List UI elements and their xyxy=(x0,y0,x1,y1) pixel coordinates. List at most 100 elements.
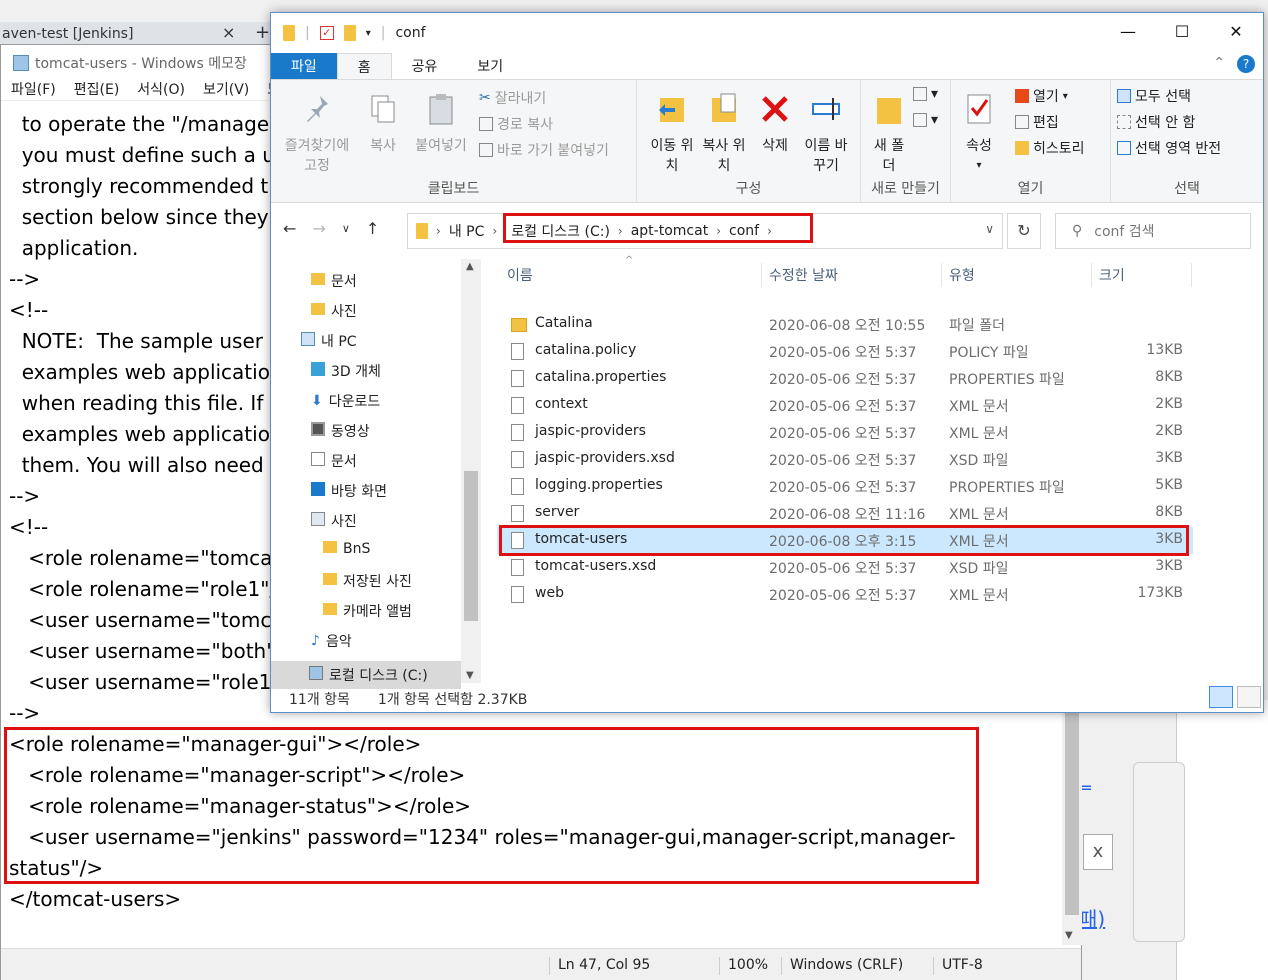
notepad-scroll-thumb[interactable] xyxy=(1065,705,1079,915)
file-row[interactable]: server 2020-06-08 오전 11:16 XML 문서 8KB xyxy=(497,500,1193,527)
select-all-button[interactable]: 모두 선택 xyxy=(1117,86,1191,106)
file-size: 3KB xyxy=(1155,558,1183,574)
details-view-icon[interactable] xyxy=(1209,686,1233,708)
up-arrow-icon[interactable]: ↑ xyxy=(366,219,379,238)
properties-check-icon[interactable]: ✓ xyxy=(319,26,334,40)
office-icon xyxy=(1015,89,1029,103)
pin-button[interactable]: 즐겨찾기에 고정 xyxy=(281,92,353,176)
file-row[interactable]: jaspic-providers 2020-05-06 오전 5:37 XML 문서… xyxy=(497,419,1193,446)
history-button[interactable]: 히스토리 xyxy=(1015,138,1085,158)
column-name[interactable]: 이름 xyxy=(507,265,533,285)
nav-item[interactable]: 바탕 화면 xyxy=(311,481,387,501)
file-list: 이름 ^ 수정한 날짜 유형 크기 Catalina 2020-06-08 오전 … xyxy=(483,251,1263,683)
file-row[interactable]: tomcat-users.xsd 2020-05-06 오전 5:37 XSD 파일… xyxy=(497,554,1193,581)
file-date: 2020-06-08 오전 10:55 xyxy=(769,318,926,334)
nav-item[interactable]: ♪ 음악 xyxy=(311,631,352,651)
cut-button[interactable]: ✂ 잘라내기 xyxy=(479,88,546,108)
copy-to-button[interactable]: 복사 위치 xyxy=(699,92,749,176)
qat-dropdown-icon[interactable]: ▾ xyxy=(366,28,371,39)
nav-item[interactable]: 카메라 앨범 xyxy=(323,601,412,621)
tab-share[interactable]: 공유 xyxy=(392,53,458,79)
menu-edit[interactable]: 편집(E) xyxy=(74,79,120,100)
nav-item[interactable]: 저장된 사진 xyxy=(323,571,412,591)
nav-item[interactable]: 문서 xyxy=(311,271,357,291)
nav-item[interactable]: 사진 xyxy=(311,511,357,531)
menu-file[interactable]: 파일(F) xyxy=(11,79,56,100)
tab-file[interactable]: 파일 xyxy=(271,53,337,79)
nav-item[interactable]: ⬇ 다운로드 xyxy=(311,391,380,411)
ribbon-group-open: 속성 ▾ 열기 ▾ 편집 히스토리 열기 xyxy=(951,80,1111,202)
file-row[interactable]: logging.properties 2020-05-06 오전 5:37 PROP… xyxy=(497,473,1193,500)
select-all-icon xyxy=(1117,89,1131,103)
nav-item[interactable]: 문서 xyxy=(311,451,357,471)
maximize-button[interactable]: ☐ xyxy=(1155,13,1209,51)
file-row[interactable]: jaspic-providers.xsd 2020-05-06 오전 5:37 XS… xyxy=(497,446,1193,473)
file-row[interactable]: Catalina 2020-06-08 오전 10:55 파일 폴더 xyxy=(497,311,1193,338)
nav-scroll-thumb[interactable] xyxy=(464,471,478,621)
crumb-root[interactable]: 내 PC xyxy=(449,221,485,241)
search-box[interactable]: ⚲ conf 검색 xyxy=(1055,213,1251,249)
nav-item[interactable]: 3D 개체 xyxy=(311,361,381,381)
scroll-down-icon[interactable]: ▼ xyxy=(1065,930,1073,941)
tab-home[interactable]: 홈 xyxy=(336,53,392,79)
refresh-button[interactable]: ↻ xyxy=(1007,213,1041,249)
delete-button[interactable]: 삭제 xyxy=(755,92,795,156)
open-button[interactable]: 열기 ▾ xyxy=(1015,86,1068,106)
file-date: 2020-05-06 오전 5:37 xyxy=(769,453,917,469)
scroll-down-icon[interactable]: ▼ xyxy=(466,670,474,681)
column-size[interactable]: 크기 xyxy=(1099,265,1125,285)
paste-shortcut-button[interactable]: 바로 가기 붙여넣기 xyxy=(479,140,609,160)
large-icons-view-icon[interactable] xyxy=(1237,686,1261,708)
tab-view[interactable]: 보기 xyxy=(457,53,523,79)
column-type[interactable]: 유형 xyxy=(949,265,975,285)
nav-item[interactable]: 동영상 xyxy=(311,421,370,441)
address-dropdown-icon[interactable]: ∨ xyxy=(985,222,994,236)
file-row[interactable]: web 2020-05-06 오전 5:37 XML 문서 173KB xyxy=(497,581,1193,608)
ribbon-collapse-icon[interactable]: ⌃ xyxy=(1213,55,1225,73)
file-row[interactable]: context 2020-05-06 오전 5:37 XML 문서 2KB xyxy=(497,392,1193,419)
menu-format[interactable]: 서식(O) xyxy=(137,79,185,100)
background-close-button[interactable]: x xyxy=(1083,834,1113,870)
address-folder-icon xyxy=(416,223,428,239)
move-to-button[interactable]: 이동 위치 xyxy=(647,92,697,176)
column-date[interactable]: 수정한 날짜 xyxy=(769,265,838,285)
back-arrow-icon[interactable]: ← xyxy=(283,219,296,238)
properties-button[interactable]: 속성 ▾ xyxy=(961,92,997,176)
browser-tab-close-icon[interactable]: × xyxy=(222,23,235,42)
notepad-scrollbar[interactable]: ▼ xyxy=(1062,705,1082,945)
file-row[interactable]: catalina.policy 2020-05-06 오전 5:37 POLICY … xyxy=(497,338,1193,365)
nav-scrollbar[interactable]: ▲ ▼ xyxy=(461,259,481,683)
scroll-up-icon[interactable]: ▲ xyxy=(466,261,474,272)
rename-button[interactable]: 이름 바꾸기 xyxy=(799,92,853,176)
copy-icon xyxy=(371,95,395,123)
search-icon: ⚲ xyxy=(1072,223,1083,239)
select-none-button[interactable]: 선택 안 함 xyxy=(1117,112,1195,132)
edit-button[interactable]: 편집 xyxy=(1015,112,1059,132)
menu-view[interactable]: 보기(V) xyxy=(203,79,249,100)
help-icon[interactable]: ? xyxy=(1237,55,1255,73)
new-item-button[interactable]: ▾ xyxy=(913,86,938,102)
status-position: Ln 47, Col 95 xyxy=(549,957,650,975)
file-type: PROPERTIES 파일 xyxy=(949,372,1065,388)
minimize-button[interactable]: — xyxy=(1101,13,1155,51)
nav-item[interactable]: BnS xyxy=(323,541,370,557)
file-size: 2KB xyxy=(1155,423,1183,439)
nav-item[interactable]: 사진 xyxy=(311,301,357,321)
nav-item[interactable]: 내 PC xyxy=(301,331,357,351)
recent-locations-icon[interactable]: ∨ xyxy=(342,219,350,238)
easy-access-button[interactable]: ▾ xyxy=(913,112,938,128)
close-button[interactable]: ✕ xyxy=(1209,13,1263,51)
copy-button[interactable]: 복사 xyxy=(361,92,405,156)
new-tab-icon[interactable]: + xyxy=(255,22,270,43)
ribbon-group-select: 모두 선택 선택 안 함 선택 영역 반전 선택 xyxy=(1111,80,1263,202)
new-folder-button[interactable]: 새 폴더 xyxy=(869,92,909,176)
paste-button[interactable]: 붙여넣기 xyxy=(411,92,471,156)
background-link[interactable]: 패) xyxy=(1079,903,1105,932)
browser-tab[interactable]: aven-test [Jenkins] × + xyxy=(0,22,270,44)
new-folder-qat-icon[interactable] xyxy=(343,25,356,41)
copy-path-button[interactable]: 경로 복사 xyxy=(479,114,553,134)
invert-selection-button[interactable]: 선택 영역 반전 xyxy=(1117,138,1221,158)
forward-arrow-icon[interactable]: → xyxy=(312,219,325,238)
file-row[interactable]: catalina.properties 2020-05-06 오전 5:37 PRO… xyxy=(497,365,1193,392)
search-placeholder: conf 검색 xyxy=(1094,224,1155,240)
